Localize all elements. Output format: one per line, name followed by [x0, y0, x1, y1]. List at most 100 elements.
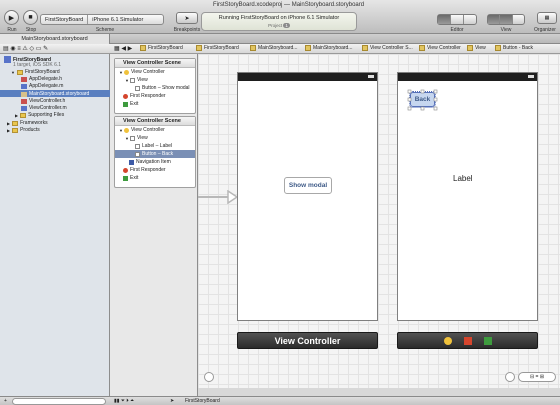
selection-handles-icon[interactable] [407, 89, 439, 111]
bottom-filename: FirstStoryBoard [185, 398, 220, 404]
exit-icon[interactable] [483, 336, 492, 345]
view-controller-icon[interactable] [443, 336, 452, 345]
standard-editor-icon[interactable] [438, 15, 451, 24]
nav-item-appdelegate-h[interactable]: AppDelegate.h [21, 76, 62, 82]
debug-location-icon[interactable]: ➤ [170, 398, 174, 404]
outline-row[interactable]: ▼ View [115, 134, 195, 142]
label-icon [135, 143, 140, 149]
utilities-toggle-icon[interactable] [513, 15, 524, 24]
outline-toggle-icon[interactable] [204, 372, 214, 382]
nav-item-supporting-files[interactable]: ▶ Supporting Files [15, 112, 64, 118]
scene-icon [362, 45, 368, 51]
label-text[interactable]: Label [453, 174, 473, 183]
nav-item-viewcontroller-h[interactable]: ViewController.h [21, 98, 65, 104]
version-editor-icon[interactable] [464, 15, 476, 24]
outline-row[interactable]: First Responder [115, 166, 195, 174]
breakpoints-button[interactable]: ➤ [176, 12, 198, 24]
scheme-target: FirstStoryBoard [45, 16, 84, 23]
outline-row[interactable]: Exit [115, 100, 195, 108]
battery-icon [368, 75, 374, 78]
breadcrumb-3[interactable]: MainStoryboard... [305, 45, 352, 51]
toolbar: ▶ Run ■ Stop FirstStoryBoard iPhone 6.1 … [0, 0, 560, 34]
navigator-toggle-icon[interactable] [488, 15, 501, 24]
breadcrumb-2[interactable]: MainStoryboard... [250, 45, 297, 51]
play-icon: ▶ [8, 14, 15, 22]
first-responder-icon[interactable] [463, 336, 472, 345]
outline-row[interactable]: Label – Label [115, 142, 195, 150]
document-outline: View Controller Scene ▼ View Controller ▼… [110, 54, 198, 396]
jump-bar: ▤ ◉ ≡ ⚠ ◇ ▭ ✎ ▦ ◀ ▶ FirstStoryBoard Firs… [0, 44, 560, 54]
navigation-item-icon [129, 159, 134, 165]
outline-row[interactable]: Button – Show modal [115, 84, 195, 92]
folder-icon [196, 45, 202, 51]
zoom-control[interactable]: ⊟ = ⊞ [518, 372, 556, 382]
run-label: Run [7, 27, 17, 33]
storyboard-icon [250, 45, 256, 51]
view-controller-scene-2[interactable]: Back Label [397, 72, 538, 321]
organizer-button[interactable]: ▦ [537, 12, 557, 24]
exit-icon [123, 175, 128, 181]
breadcrumb-7[interactable]: Button - Back [495, 45, 533, 51]
breadcrumb-4[interactable]: View Controller S... [362, 45, 413, 51]
debug-controls-icon[interactable]: ▮▮ ⏷ ⏵ ⏶ [114, 398, 134, 404]
battery-icon [528, 75, 534, 78]
project-navigator: FirstStoryBoard 1 target, iOS SDK 6.1 ▼ F… [0, 54, 110, 396]
project-sub: 1 target, iOS SDK 6.1 [13, 62, 62, 68]
organizer-label: Organizer [534, 27, 556, 33]
segue-arrow-icon[interactable] [198, 190, 238, 204]
scene-2-dock[interactable] [397, 332, 538, 349]
scheme-selector[interactable]: FirstStoryBoard iPhone 6.1 Simulator [40, 14, 164, 25]
nav-item-frameworks[interactable]: ▶ Frameworks [7, 120, 48, 126]
breadcrumb-6[interactable]: View [467, 45, 486, 51]
outline-row[interactable]: First Responder [115, 92, 195, 100]
project-icon [4, 56, 11, 63]
assistant-editor-icon[interactable] [451, 15, 464, 24]
show-modal-button[interactable]: Show modal [284, 177, 332, 194]
view-controller-icon [123, 69, 129, 75]
window-title-file: MainStoryboard.storyboard [291, 2, 365, 8]
add-icon[interactable]: + [4, 398, 7, 404]
outline-row[interactable]: ▼ View Controller [115, 68, 195, 76]
bottom-bar: + ▮▮ ⏷ ⏵ ⏶ ➤ FirstStoryBoard [0, 396, 560, 405]
run-button[interactable]: ▶ [4, 10, 19, 25]
tab-mainstoryboard[interactable]: MainStoryboard.storyboard [0, 34, 110, 44]
breadcrumb-0[interactable]: FirstStoryBoard [140, 45, 183, 51]
window-title: FirstStoryBoard.xcodeproj — MainStoryboa… [213, 2, 365, 8]
breadcrumb-1[interactable]: FirstStoryBoard [196, 45, 239, 51]
view-controller-icon [419, 45, 425, 51]
scene-1-dock[interactable]: View Controller [237, 332, 378, 349]
view-controller-scene-1[interactable]: Show modal [237, 72, 378, 321]
stop-button[interactable]: ■ [23, 10, 38, 25]
storyboard-canvas[interactable]: Show modal Back Label View Controller ⊟ … [198, 54, 560, 388]
exit-icon [123, 101, 128, 107]
editor-segmented-control[interactable] [437, 14, 477, 25]
scene-1: View Controller Scene ▼ View Controller ▼… [114, 58, 196, 114]
related-items-icon[interactable]: ▦ ◀ ▶ [114, 45, 132, 52]
navigator-selector-icons[interactable]: ▤ ◉ ≡ ⚠ ◇ ▭ ✎ [3, 45, 48, 52]
breadcrumb-5[interactable]: View Controller [419, 45, 461, 51]
nav-item-mainstoryboard[interactable]: MainStoryboard.storyboard [21, 91, 89, 97]
outline-row[interactable]: Exit [115, 174, 195, 182]
nav-item-products[interactable]: ▶ Products [7, 127, 40, 133]
outline-row-selected[interactable]: Button – Back [115, 150, 195, 158]
nav-item-firststoryboard-group[interactable]: ▼ FirstStoryBoard [11, 69, 60, 75]
outline-row[interactable]: Navigation Item [115, 158, 195, 166]
outline-row[interactable]: ▼ View [115, 76, 195, 84]
navigator-filter-field[interactable] [12, 398, 106, 405]
view-icon [129, 135, 135, 141]
first-responder-icon [123, 93, 128, 99]
scene-2: View Controller Scene ▼ View Controller ▼… [114, 116, 196, 188]
scene-1-title[interactable]: View Controller Scene [115, 59, 195, 68]
nav-item-appdelegate-m[interactable]: AppDelegate.m [21, 83, 63, 89]
view-label: View [500, 27, 512, 33]
scene-2-title[interactable]: View Controller Scene [115, 117, 195, 126]
tab-bar: MainStoryboard.storyboard [0, 34, 560, 44]
storyboard-icon [305, 45, 311, 51]
nav-item-viewcontroller-m[interactable]: ViewController.m [21, 105, 67, 111]
outline-row[interactable]: ▼ View Controller [115, 126, 195, 134]
view-segmented-control[interactable] [487, 14, 525, 25]
view-controller-icon [123, 127, 129, 133]
status-bar [238, 73, 377, 81]
form-factor-icon[interactable] [505, 372, 515, 382]
debug-toggle-icon[interactable] [500, 15, 513, 24]
